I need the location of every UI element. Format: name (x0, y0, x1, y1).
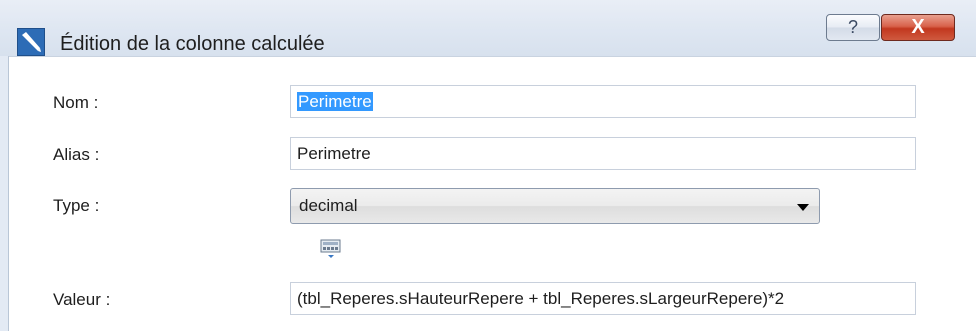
help-button[interactable]: ? (826, 14, 880, 41)
dialog-window: Édition de la colonne calculée ? X Nom :… (0, 0, 976, 331)
chevron-down-icon (797, 204, 809, 211)
nom-input-selected-text: Perimetre (297, 92, 373, 111)
type-selected-value: decimal (299, 196, 358, 215)
nom-input[interactable]: Perimetre (290, 85, 916, 118)
window-frame-left (0, 56, 9, 331)
type-dropdown[interactable]: decimal (290, 188, 820, 224)
type-label: Type : (53, 196, 100, 215)
alias-input[interactable]: Perimetre (290, 137, 916, 170)
window-title: Édition de la colonne calculée (60, 33, 325, 55)
dialog-content: Nom : Perimetre Alias : Perimetre Type :… (9, 57, 976, 331)
title-bar[interactable]: Édition de la colonne calculée ? X (0, 0, 976, 57)
nom-label: Nom : (53, 93, 99, 112)
edit-pen-icon (17, 28, 45, 56)
calculator-icon[interactable] (319, 238, 343, 260)
alias-label: Alias : (53, 145, 100, 164)
close-button[interactable]: X (881, 14, 955, 41)
valeur-label: Valeur : (53, 290, 111, 309)
valeur-input[interactable]: (tbl_Reperes.sHauteurRepere + tbl_Repere… (290, 282, 916, 315)
